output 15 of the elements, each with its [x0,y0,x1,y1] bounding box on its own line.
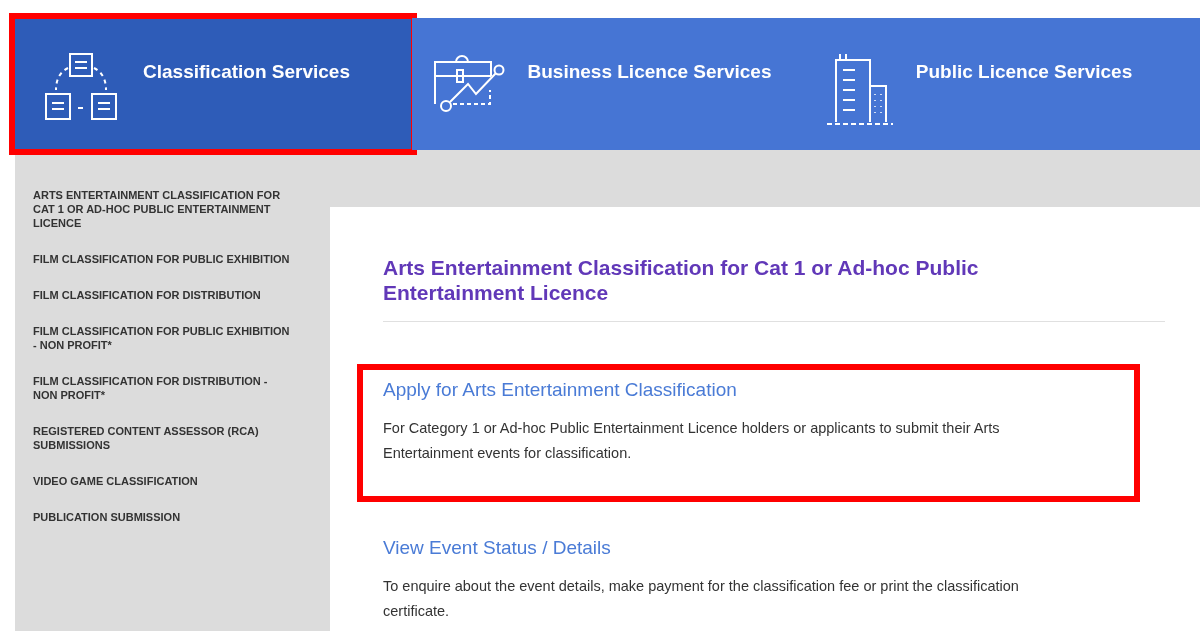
section-description: For Category 1 or Ad-hoc Public Entertainment Licence holders or applicants to submit their Arts Entertainment events for classification. [383,419,1001,463]
sidebar-link[interactable]: REGISTERED CONTENT ASSESSOR (RCA) SUBMISSIONS [33,424,293,452]
section-description: To enquire about the event details, make payment for the classification fee or print the classification certificate. [383,577,1020,621]
page-title: Arts Entertainment Classification for Cat 1 or Ad-hoc Public Entertainment Licence [383,255,980,305]
section-link[interactable]: Apply for Arts Entertainment Classification [383,378,1105,402]
briefcase-chart-icon [431,52,506,114]
sidebar-link[interactable]: VIDEO GAME CLASSIFICATION [33,474,293,488]
sidebar-link[interactable]: FILM CLASSIFICATION FOR DISTRIBUTION [33,288,293,302]
sidebar-link[interactable]: FILM CLASSIFICATION FOR PUBLIC EXHIBITION - NON PROFIT* [33,324,293,352]
building-icon [825,52,894,126]
sidebar-link[interactable]: FILM CLASSIFICATION FOR DISTRIBUTION - NON PROFIT* [33,374,293,402]
sidebar-link[interactable]: FILM CLASSIFICATION FOR PUBLIC EXHIBITION [33,252,293,266]
sidebar-link[interactable]: PUBLICATION SUBMISSION [33,510,293,524]
section-link[interactable]: View Event Status / Details [383,536,1105,560]
sidebar-link[interactable]: ARTS ENTERTAINMENT CLASSIFICATION FOR CAT 1 OR AD-HOC PUBLIC ENTERTAINMENT LICENCE [33,188,293,230]
